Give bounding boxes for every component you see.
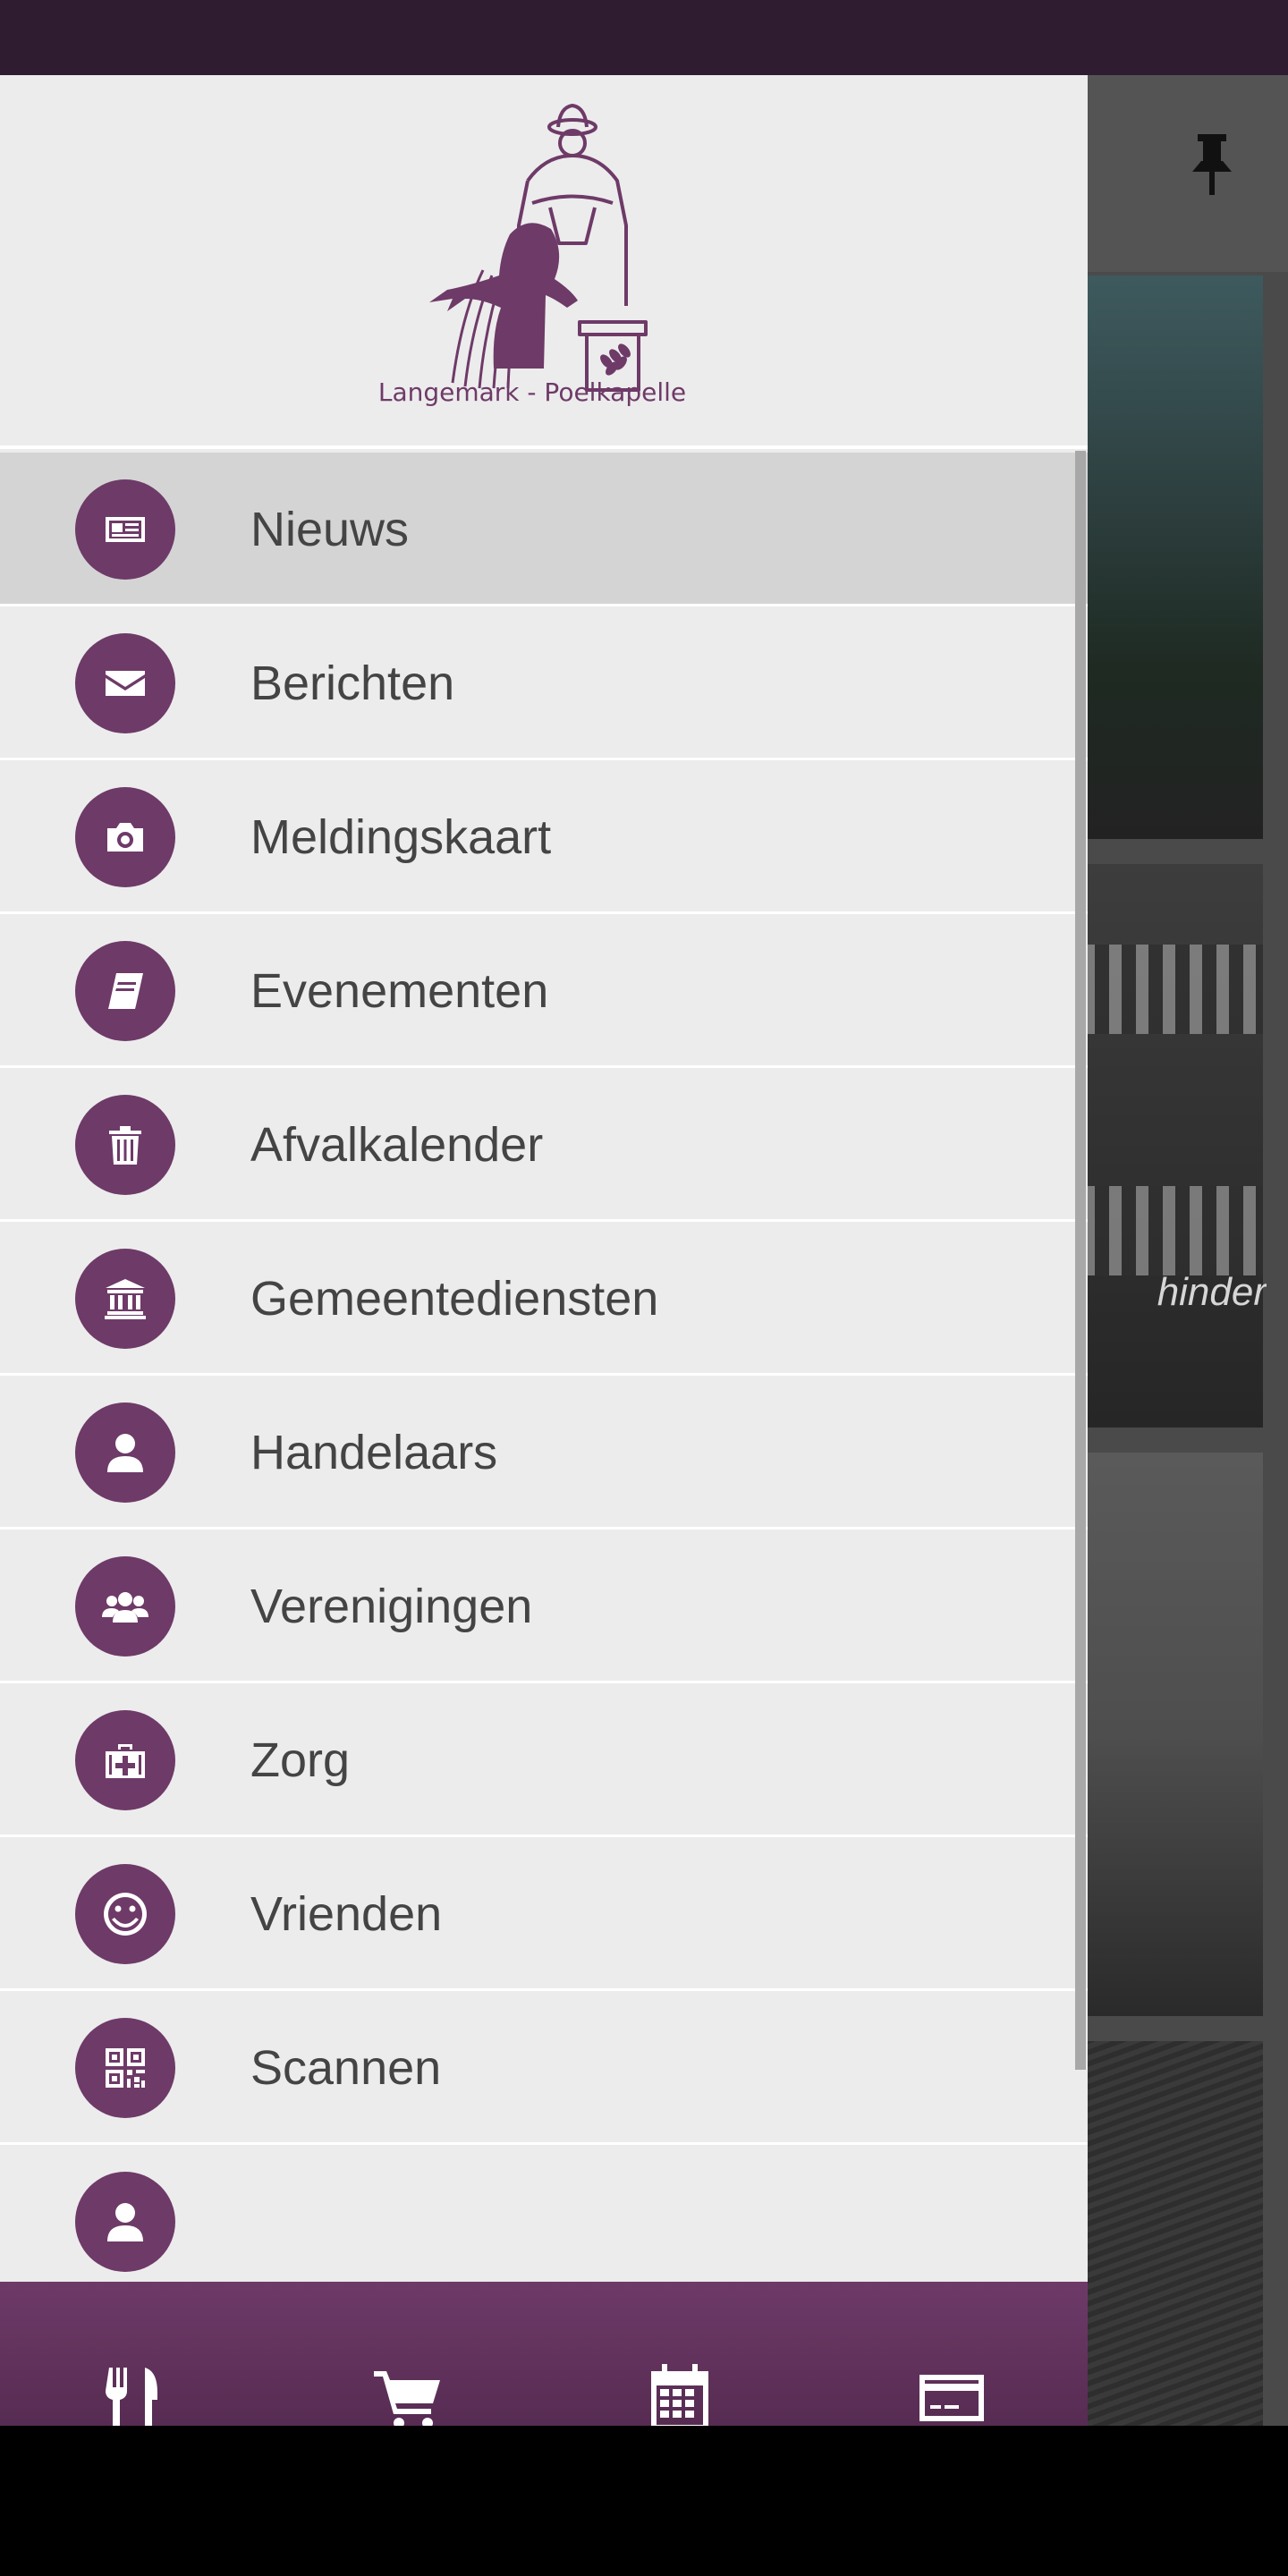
- trash-icon: [75, 1095, 175, 1195]
- users-icon: [75, 1556, 175, 1657]
- municipality-logo: [429, 104, 648, 392]
- newspaper-icon: [75, 479, 175, 580]
- menu-item-label: Meldingskaart: [250, 810, 552, 864]
- menu-item-evenementen[interactable]: Evenementen: [0, 914, 1088, 1068]
- menu-item-scannen[interactable]: Scannen: [0, 1991, 1088, 2145]
- drawer-menu: Nieuws Berichten Meldingskaart Evenement…: [0, 453, 1088, 2299]
- menu-item-handelaars[interactable]: Handelaars: [0, 1376, 1088, 1530]
- menu-item-label: Afvalkalender: [250, 1118, 544, 1172]
- menu-item-verenigingen[interactable]: Verenigingen: [0, 1530, 1088, 1683]
- user-icon: [75, 1402, 175, 1503]
- menu-item-label: Nieuws: [250, 503, 410, 556]
- menu-item-label: Berichten: [250, 657, 455, 710]
- camera-icon: [75, 787, 175, 887]
- medkit-icon: [75, 1710, 175, 1810]
- menu-item-afvalkalender[interactable]: Afvalkalender: [0, 1068, 1088, 1222]
- system-navigation-bar: [0, 2426, 1288, 2576]
- drawer-scrollbar[interactable]: [1075, 451, 1086, 2070]
- drawer-bottom-bar: [0, 2282, 1088, 2426]
- drawer-header: Langemark - Poelkapelle: [0, 75, 1088, 449]
- menu-item-label: Vrienden: [250, 1887, 443, 1941]
- calendar-icon[interactable]: [644, 2362, 716, 2426]
- envelope-icon: [75, 633, 175, 733]
- menu-item-label: Evenementen: [250, 964, 549, 1018]
- menu-item-gemeentediensten[interactable]: Gemeentediensten: [0, 1222, 1088, 1376]
- credit-card-icon[interactable]: [916, 2362, 987, 2426]
- navigation-drawer: Langemark - Poelkapelle Nieuws Berichten…: [0, 75, 1088, 2426]
- background-card-caption: hinder: [1157, 1270, 1267, 1314]
- qrcode-icon: [75, 2018, 175, 2118]
- cart-icon[interactable]: [372, 2362, 444, 2426]
- logo-text: Langemark - Poelkapelle: [377, 377, 687, 407]
- menu-item-label: Scannen: [250, 2041, 442, 2095]
- pin-icon[interactable]: [1185, 131, 1239, 202]
- book-icon: [75, 941, 175, 1041]
- cutlery-icon[interactable]: [100, 2362, 172, 2426]
- smile-icon: [75, 1864, 175, 1964]
- menu-item-nieuws[interactable]: Nieuws: [0, 453, 1088, 606]
- menu-item-zorg[interactable]: Zorg: [0, 1683, 1088, 1837]
- menu-item-meldingskaart[interactable]: Meldingskaart: [0, 760, 1088, 914]
- menu-item-label: Gemeentediensten: [250, 1272, 659, 1326]
- menu-item-berichten[interactable]: Berichten: [0, 606, 1088, 760]
- menu-item-label: Zorg: [250, 1733, 351, 1787]
- menu-item-label: Handelaars: [250, 1426, 498, 1479]
- institution-icon: [75, 1249, 175, 1349]
- menu-item-label: Verenigingen: [250, 1580, 533, 1633]
- menu-item-partial[interactable]: [0, 2145, 1088, 2299]
- user-icon: [75, 2172, 175, 2272]
- status-bar: [0, 0, 1288, 75]
- menu-item-vrienden[interactable]: Vrienden: [0, 1837, 1088, 1991]
